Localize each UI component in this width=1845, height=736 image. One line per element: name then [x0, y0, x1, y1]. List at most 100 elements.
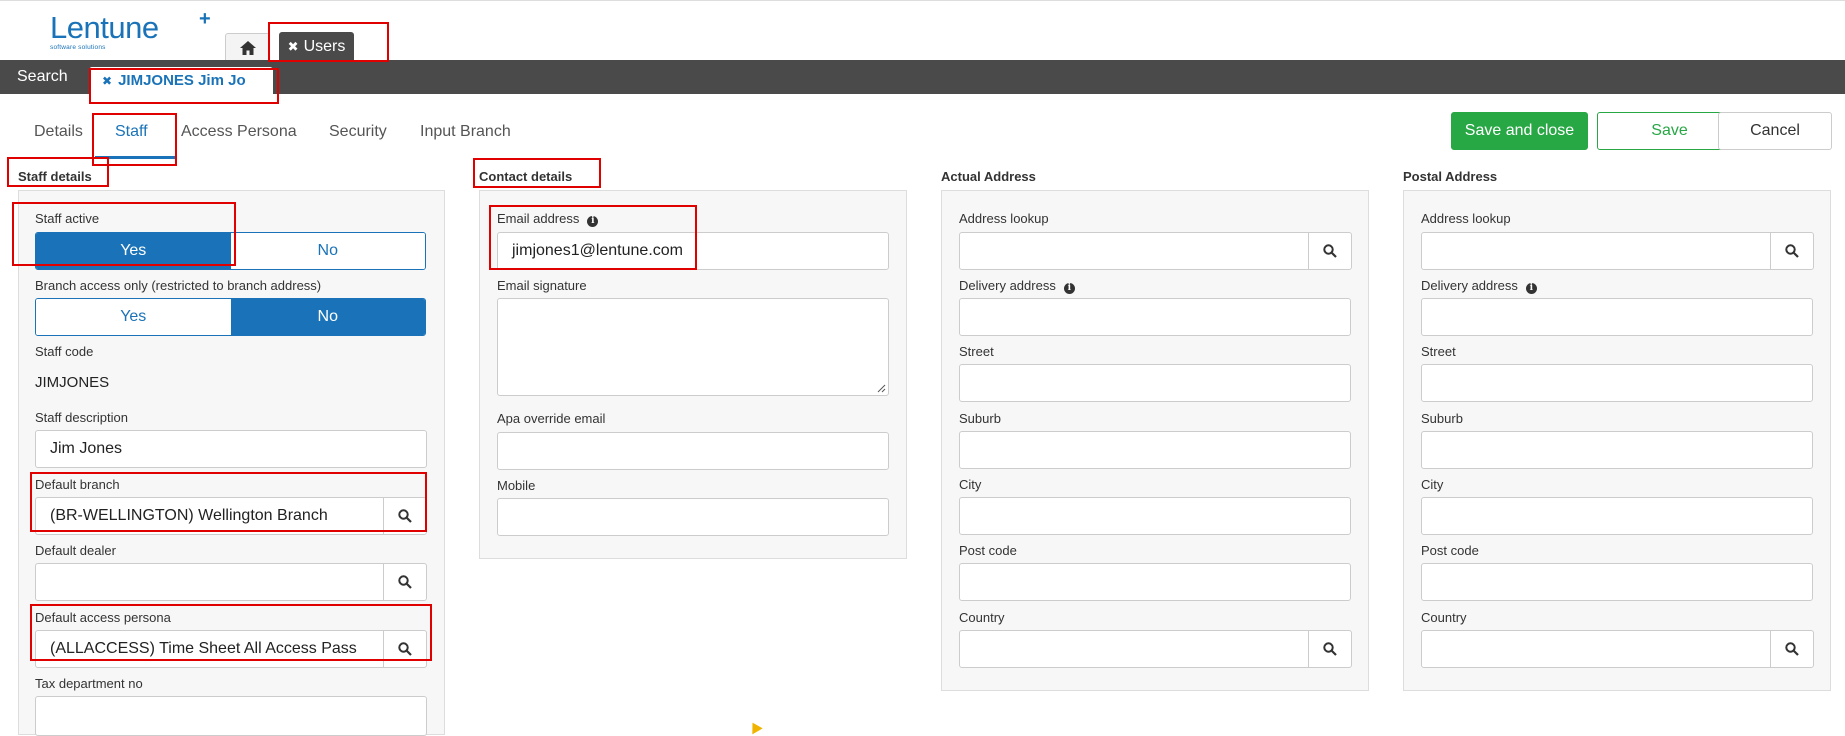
search-link[interactable]: Search [17, 68, 68, 86]
tab-access-persona[interactable]: Access Persona [181, 123, 297, 141]
postal-delivery-address-input[interactable] [1421, 298, 1813, 336]
tab-users[interactable]: ✖ Users [279, 32, 354, 61]
search-icon [1323, 642, 1337, 656]
postal-address-title: Postal Address [1403, 169, 1498, 184]
postal-city-input[interactable] [1421, 497, 1813, 535]
actual-address-title: Actual Address [941, 169, 1036, 184]
postal-street-input[interactable] [1421, 364, 1813, 402]
branch-access-yes[interactable]: Yes [36, 299, 231, 335]
actual-city-label: City [959, 477, 982, 492]
default-dealer-input[interactable] [35, 563, 384, 601]
postal-street-label: Street [1421, 344, 1456, 359]
email-address-label-text: Email address [497, 211, 580, 226]
save-and-close-button[interactable]: Save and close [1451, 112, 1588, 150]
default-branch-search-button[interactable] [383, 497, 427, 535]
default-dealer-search-button[interactable] [383, 563, 427, 601]
contact-details-title: Contact details [479, 169, 573, 184]
staff-details-title: Staff details [18, 169, 92, 184]
staff-description-label: Staff description [35, 410, 128, 425]
staff-code-label: Staff code [35, 344, 94, 359]
lentune-logo: Lentune + software solutions [50, 8, 211, 51]
postal-address-lookup-input[interactable] [1421, 232, 1771, 270]
default-branch-input[interactable]: (BR-WELLINGTON) Wellington Branch [35, 497, 384, 535]
staff-active-no[interactable]: No [230, 233, 425, 269]
default-branch-label: Default branch [35, 477, 120, 492]
staff-active-yes[interactable]: Yes [36, 233, 231, 269]
info-icon[interactable]: i [587, 216, 599, 227]
active-tab-indicator [95, 156, 177, 159]
actual-address-lookup-input[interactable] [959, 232, 1309, 270]
staff-active-toggle: Yes No [35, 232, 426, 270]
tax-department-no-input[interactable] [35, 696, 427, 736]
search-icon [1785, 642, 1799, 656]
mobile-input[interactable] [497, 498, 889, 536]
postal-country-search-button[interactable] [1770, 630, 1814, 668]
sub-navigation-bar: Search [0, 60, 1845, 94]
branch-access-no[interactable]: No [230, 299, 425, 335]
staff-description-input[interactable]: Jim Jones [35, 430, 427, 468]
actual-delivery-address-label: Delivery address i [959, 278, 1075, 294]
search-icon [1323, 244, 1337, 258]
logo-tagline: software solutions [50, 44, 106, 51]
search-icon [1785, 244, 1799, 258]
email-signature-textarea[interactable] [497, 298, 889, 396]
actual-country-label: Country [959, 610, 1005, 625]
postal-country-label: Country [1421, 610, 1467, 625]
logo-plus: + [199, 8, 211, 30]
mouse-cursor-icon [747, 719, 763, 735]
branch-access-toggle: Yes No [35, 298, 426, 336]
info-icon[interactable]: i [1063, 283, 1075, 294]
tax-department-no-label: Tax department no [35, 676, 143, 691]
email-address-label: Email address i [497, 211, 599, 227]
actual-suburb-label: Suburb [959, 411, 1001, 426]
actual-post-code-input[interactable] [959, 563, 1351, 601]
resize-handle-icon[interactable] [877, 384, 886, 393]
branch-access-label: Branch access only (restricted to branch… [35, 278, 322, 293]
actual-city-input[interactable] [959, 497, 1351, 535]
close-icon[interactable]: ✖ [288, 39, 299, 55]
postal-post-code-label: Post code [1421, 543, 1479, 558]
close-icon[interactable]: ✖ [102, 74, 112, 88]
actual-street-input[interactable] [959, 364, 1351, 402]
actual-country-input[interactable] [959, 630, 1309, 668]
tab-input-branch[interactable]: Input Branch [420, 123, 511, 141]
info-icon[interactable]: i [1525, 283, 1537, 294]
mobile-label: Mobile [497, 478, 536, 493]
search-icon [398, 509, 412, 523]
home-icon [239, 40, 256, 55]
search-icon [398, 642, 412, 656]
postal-address-lookup-label: Address lookup [1421, 211, 1511, 226]
apa-override-email-label: Apa override email [497, 411, 606, 426]
actual-delivery-address-label-text: Delivery address [959, 278, 1056, 293]
postal-post-code-input[interactable] [1421, 563, 1813, 601]
tab-security[interactable]: Security [329, 123, 387, 141]
email-address-input[interactable]: jimjones1@lentune.com [497, 232, 889, 270]
cancel-button[interactable]: Cancel [1718, 112, 1832, 150]
staff-code-value: JIMJONES [35, 374, 110, 391]
record-tab[interactable]: ✖ JIMJONES Jim Jo [89, 67, 273, 94]
actual-post-code-label: Post code [959, 543, 1017, 558]
logo-text: Lentune [50, 10, 159, 45]
actual-delivery-address-input[interactable] [959, 298, 1351, 336]
tab-staff[interactable]: Staff [115, 123, 148, 141]
postal-city-label: City [1421, 477, 1444, 492]
staff-active-label: Staff active [35, 211, 100, 226]
tab-details[interactable]: Details [34, 123, 83, 141]
postal-suburb-label: Suburb [1421, 411, 1463, 426]
actual-suburb-input[interactable] [959, 431, 1351, 469]
actual-address-lookup-button[interactable] [1308, 232, 1352, 270]
postal-address-lookup-button[interactable] [1770, 232, 1814, 270]
default-access-persona-search-button[interactable] [383, 630, 427, 668]
postal-country-input[interactable] [1421, 630, 1771, 668]
postal-suburb-input[interactable] [1421, 431, 1813, 469]
apa-override-email-input[interactable] [497, 432, 889, 470]
actual-address-lookup-label: Address lookup [959, 211, 1049, 226]
actual-street-label: Street [959, 344, 994, 359]
default-access-persona-input[interactable]: (ALLACCESS) Time Sheet All Access Pass [35, 630, 384, 668]
top-border [0, 0, 1845, 3]
record-tab-label: JIMJONES Jim Jo [118, 72, 246, 89]
default-dealer-label: Default dealer [35, 543, 116, 558]
home-tab[interactable] [225, 33, 270, 61]
actual-country-search-button[interactable] [1308, 630, 1352, 668]
tab-users-label: Users [303, 37, 346, 55]
